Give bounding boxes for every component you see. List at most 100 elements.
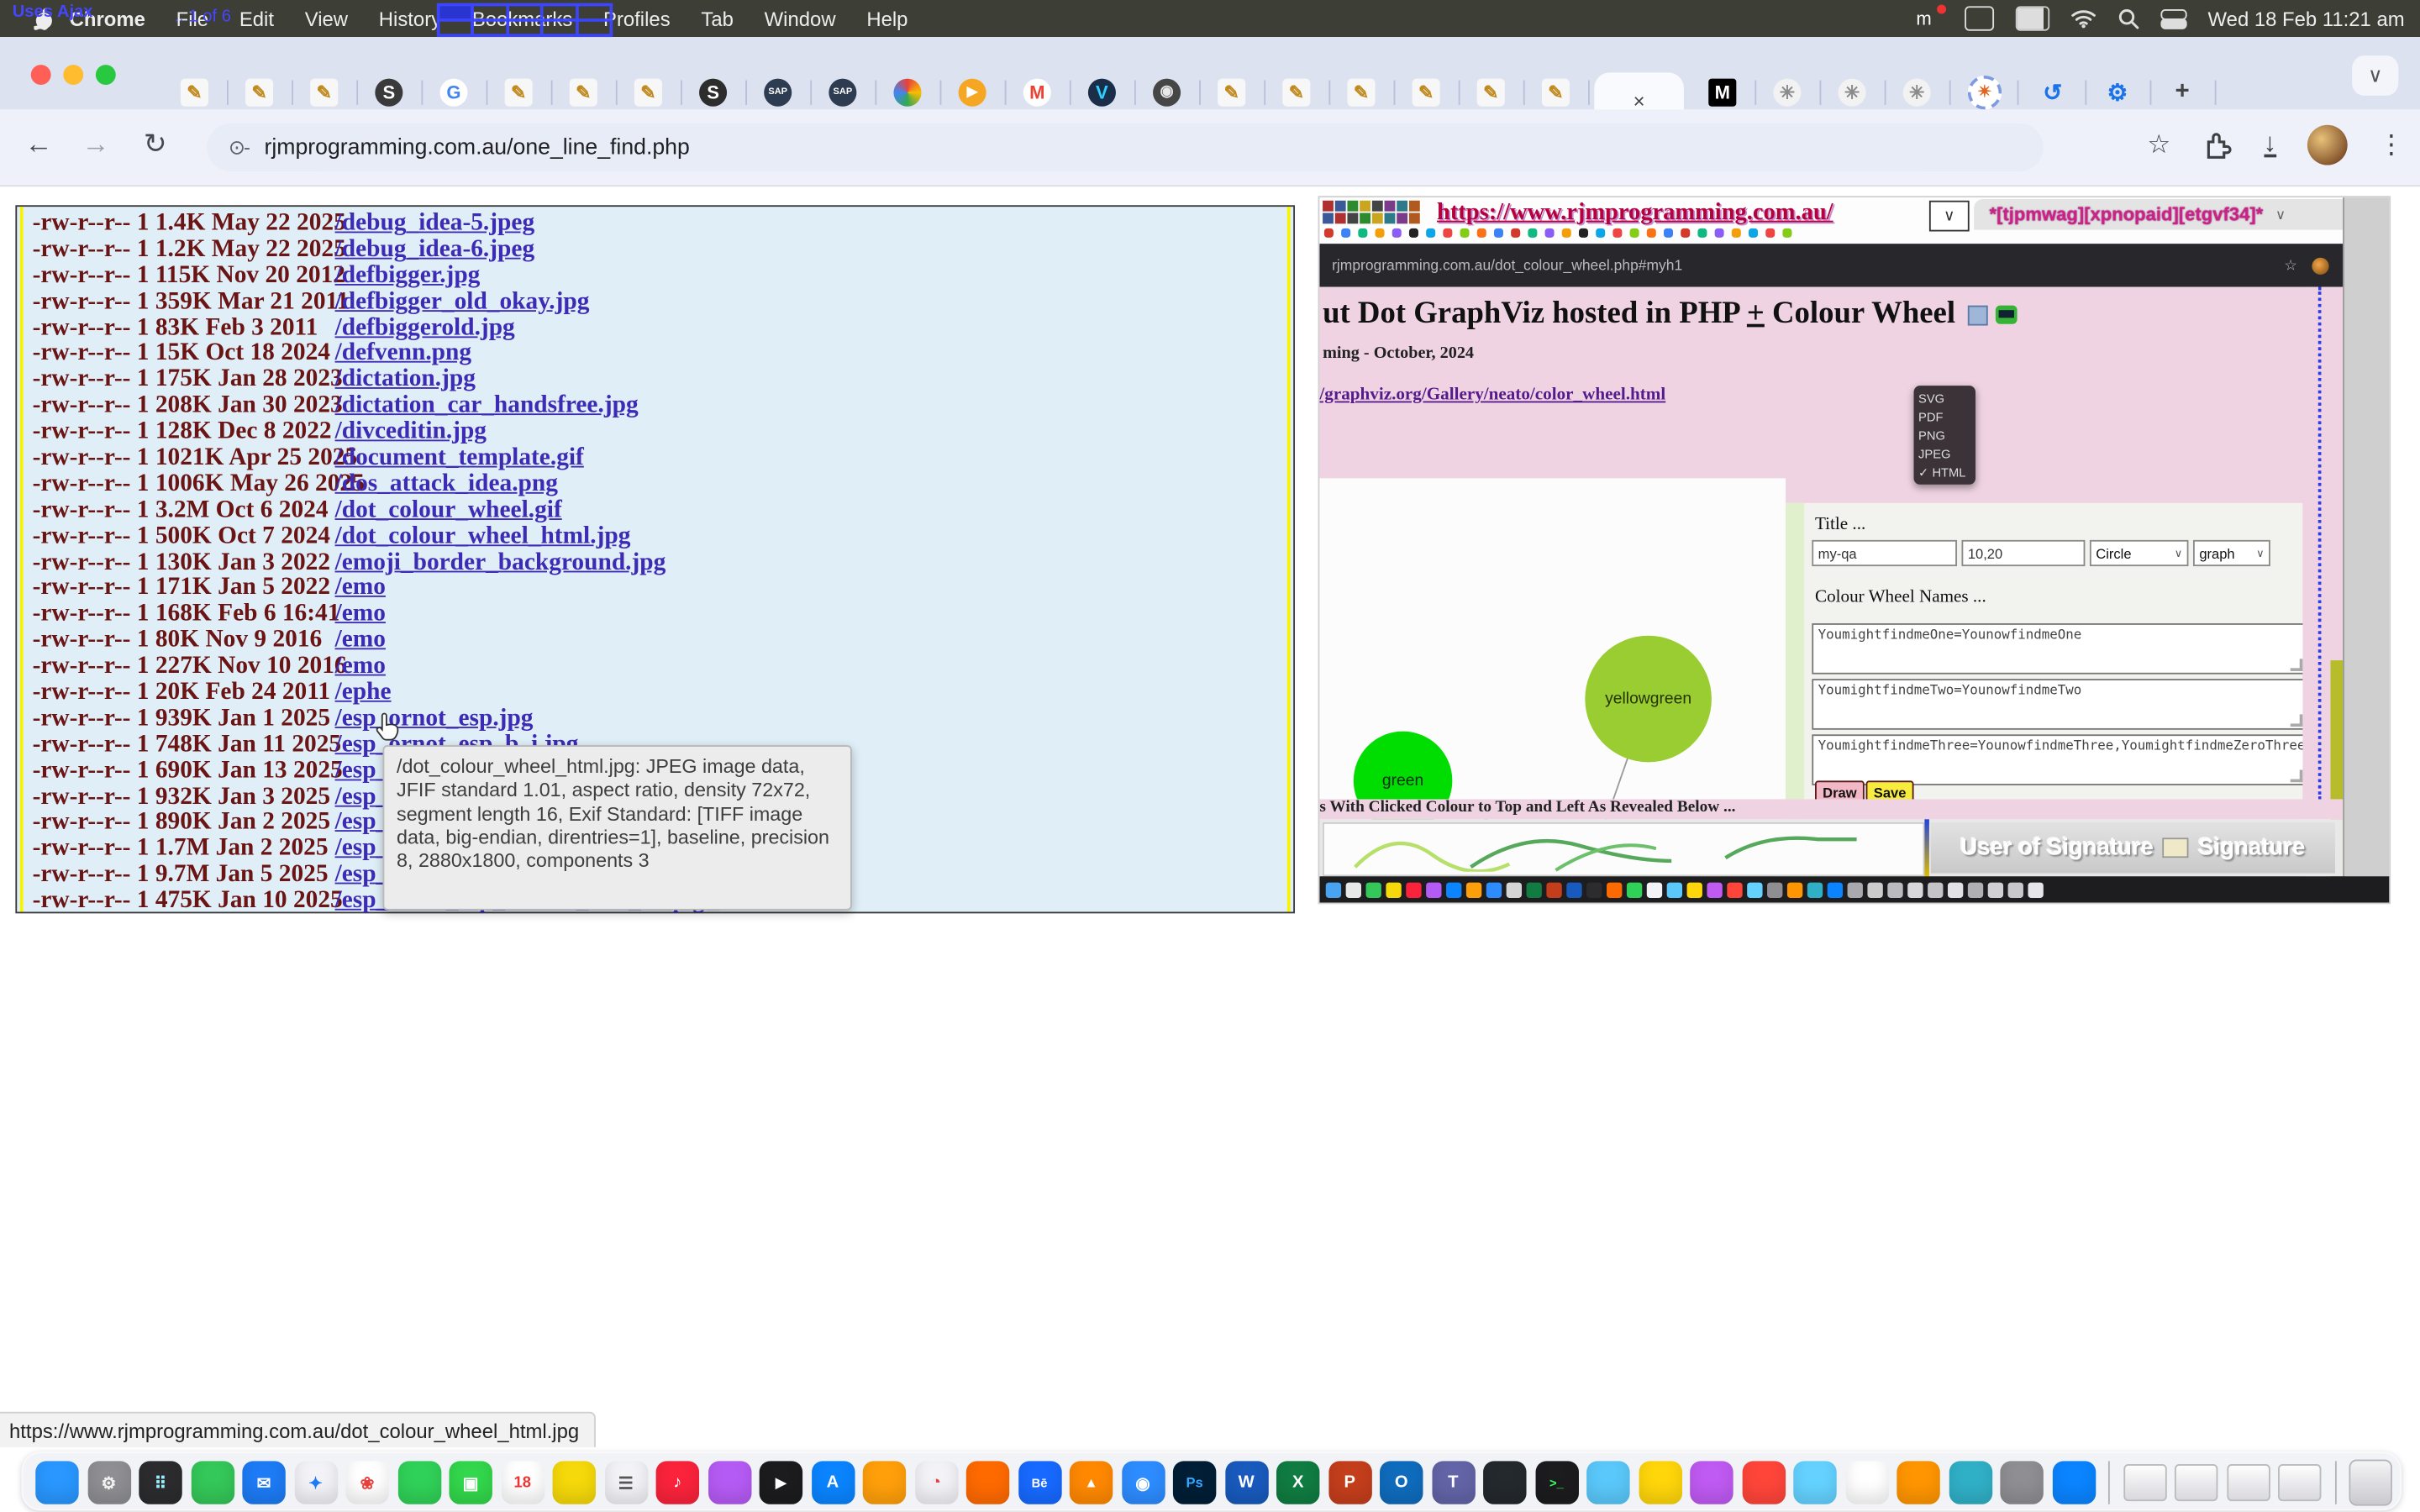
bookmark-star-icon[interactable]: ☆ <box>2147 129 2170 160</box>
pinned-tab[interactable]: ⚙ <box>2103 78 2131 106</box>
dock-app-icon[interactable]: ✦ <box>294 1461 337 1504</box>
trash-icon[interactable] <box>2349 1460 2392 1506</box>
pinned-tab[interactable] <box>893 78 921 106</box>
menu-tab[interactable]: Tab <box>686 7 749 30</box>
wifi-icon[interactable] <box>2070 8 2095 29</box>
minimized-window-thumb[interactable] <box>2226 1464 2269 1501</box>
pinned-tab[interactable]: G <box>439 78 467 106</box>
dock-app-icon[interactable]: ▲ <box>1070 1461 1113 1504</box>
shape-select[interactable]: Circle∨ <box>2090 540 2189 566</box>
dock-app-icon[interactable]: O <box>1380 1461 1423 1504</box>
pinned-tab[interactable]: SAP <box>829 78 856 106</box>
menu-help[interactable]: Help <box>851 7 923 30</box>
control-center-icon[interactable] <box>2160 8 2186 29</box>
file-link[interactable]: /document_template.gif <box>335 444 584 472</box>
menu-edit[interactable]: Edit <box>224 7 289 30</box>
file-link[interactable]: /dot_colour_wheel.gif <box>335 496 562 524</box>
pinned-tab[interactable]: V <box>1088 78 1116 106</box>
dock-app-icon[interactable] <box>1897 1461 1939 1504</box>
pinned-tab[interactable]: ↺ <box>2039 78 2066 106</box>
menu-view[interactable]: View <box>289 7 363 30</box>
pinned-tab[interactable]: ✎ <box>1477 78 1505 106</box>
embedded-overlay-url[interactable]: https://www.rjmprogramming.com.au/ <box>1437 199 1833 227</box>
dock-app-icon[interactable]: ✉ <box>242 1461 285 1504</box>
dock-app-icon[interactable] <box>397 1461 440 1504</box>
dock-app-icon[interactable] <box>966 1461 1009 1504</box>
file-link[interactable]: /defbigger_old_okay.jpg <box>335 288 590 316</box>
site-info-icon[interactable]: ⊙‑ <box>229 135 249 160</box>
size-input[interactable]: 10,20 <box>1961 540 2085 566</box>
file-link[interactable]: /emo <box>335 601 386 628</box>
dock-app-icon[interactable] <box>191 1461 234 1504</box>
gallery-link[interactable]: /graphviz.org/Gallery/neato/color_wheel.… <box>1319 386 1665 404</box>
dock-app-icon[interactable]: ♪ <box>656 1461 699 1504</box>
format-dropdown-item[interactable]: PDF <box>1918 410 1970 424</box>
pinned-tab[interactable]: ✎ <box>1542 78 1570 106</box>
extensions-icon[interactable] <box>2202 129 2233 160</box>
file-link[interactable]: /defbigger.jpg <box>335 262 481 290</box>
dock-app-icon[interactable]: Bē <box>1018 1461 1060 1504</box>
pinned-tab[interactable]: ✎ <box>505 78 533 106</box>
battery-icon[interactable] <box>2015 6 2049 30</box>
dock-app-icon[interactable] <box>1639 1461 1681 1504</box>
dock-app-icon[interactable] <box>1793 1461 1836 1504</box>
url-text[interactable]: rjmprogramming.com.au/one_line_find.php <box>265 135 690 160</box>
dock-app-icon[interactable]: 18 <box>501 1461 544 1504</box>
minimized-window-thumb[interactable] <box>2175 1464 2217 1501</box>
close-tab-icon[interactable]: × <box>1634 89 1645 113</box>
calculator-icon[interactable] <box>1996 306 2018 324</box>
dock-app-icon[interactable] <box>863 1461 906 1504</box>
minimize-window-button[interactable] <box>63 65 83 85</box>
pinned-tab[interactable]: ✳ <box>1773 78 1801 106</box>
file-link[interactable]: /ephe <box>335 679 392 706</box>
reload-button[interactable]: ↻ <box>144 128 167 160</box>
menubar-app-icon[interactable]: m <box>1916 8 1942 29</box>
omnibox[interactable]: ⊙‑ rjmprogramming.com.au/one_line_find.p… <box>207 123 2044 171</box>
dock-app-icon[interactable]: P <box>1328 1461 1371 1504</box>
heading-plus-link[interactable]: + <box>1747 297 1765 330</box>
pinned-tab[interactable]: ✎ <box>181 78 208 106</box>
kebab-menu-icon[interactable]: ⋮ <box>2378 129 2404 160</box>
title-input[interactable]: my-qa <box>1812 540 1957 566</box>
dock-app-icon[interactable] <box>1949 1461 1991 1504</box>
pinned-tab[interactable]: S <box>375 78 402 106</box>
file-link[interactable]: /emo <box>335 627 386 654</box>
dock-app-icon[interactable] <box>1845 1461 1888 1504</box>
file-link[interactable]: /emo <box>335 575 386 602</box>
zoom-window-button[interactable] <box>96 65 116 85</box>
file-link[interactable]: /defvenn.png <box>335 340 471 368</box>
display-icon[interactable] <box>1964 6 1993 30</box>
format-dropdown-item[interactable]: JPEG <box>1918 447 1970 461</box>
pinned-tab[interactable]: M <box>1023 78 1051 106</box>
dock-app-icon[interactable]: ◉ <box>1121 1461 1164 1504</box>
graph-select[interactable]: graph∨ <box>2193 540 2270 566</box>
dock-app-icon[interactable] <box>1483 1461 1526 1504</box>
names-textarea[interactable]: YoumightfindmeOne=YounowfindmeOne <box>1812 623 2306 675</box>
dock-app-icon[interactable] <box>2000 1461 2043 1504</box>
dock-app-icon[interactable]: W <box>1224 1461 1267 1504</box>
file-link[interactable]: /debug_idea-5.jpeg <box>335 210 535 238</box>
pinned-tab[interactable]: ✎ <box>1218 78 1245 106</box>
profile-avatar[interactable] <box>2307 125 2348 165</box>
download-icon[interactable]: ↓ <box>2264 133 2277 157</box>
dock-app-icon[interactable] <box>553 1461 596 1504</box>
dock-app-icon[interactable]: ⚙ <box>87 1461 130 1504</box>
minimized-window-thumb[interactable] <box>2278 1464 2321 1501</box>
signature-bar[interactable]: User of Signature Signature <box>1931 822 2335 874</box>
dock-app-icon[interactable]: A <box>811 1461 854 1504</box>
menubar-clock[interactable]: Wed 18 Feb 11:21 am <box>2208 7 2405 30</box>
spotlight-icon[interactable] <box>2117 8 2139 29</box>
dock-app-icon[interactable]: ❀ <box>345 1461 388 1504</box>
pinned-tab[interactable]: SAP <box>764 78 792 106</box>
dock-app-icon[interactable] <box>1742 1461 1785 1504</box>
file-link[interactable]: /dictation.jpg <box>335 366 476 394</box>
file-link[interactable]: /dot_colour_wheel_html.jpg <box>335 522 631 550</box>
embedded-dropdown-toggle[interactable]: ∨ <box>1929 201 1970 232</box>
dock-app-icon[interactable] <box>1690 1461 1733 1504</box>
names-textarea[interactable]: YoumightfindmeThree=YounowfindmeThree,Yo… <box>1812 734 2306 785</box>
file-link[interactable]: /divceditin.jpg <box>335 418 487 446</box>
pinned-tab[interactable]: ✎ <box>1282 78 1310 106</box>
wheel-node[interactable]: yellowgreen <box>1585 636 1712 763</box>
signature-canvas[interactable] <box>1323 822 1924 876</box>
pinned-tab[interactable]: ✳ <box>1839 78 1866 106</box>
